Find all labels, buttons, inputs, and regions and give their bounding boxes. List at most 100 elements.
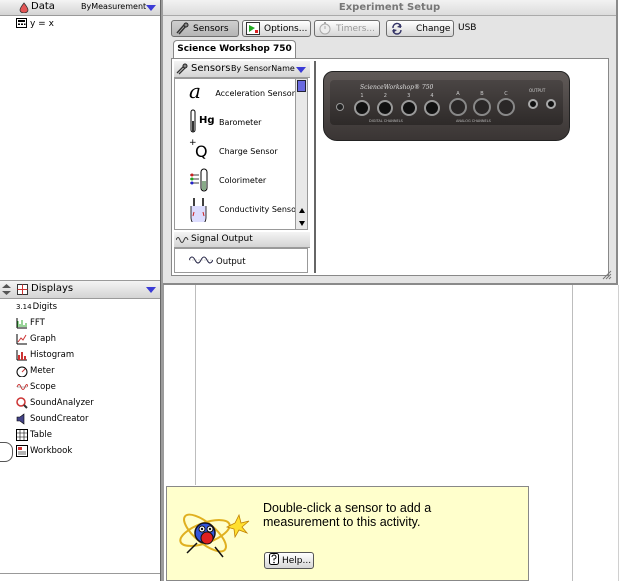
displays-panel-header: Displays (0, 280, 160, 299)
timers-button-label: Timers... (336, 23, 375, 34)
help-button[interactable]: Help... (264, 552, 314, 569)
scope-icon (16, 381, 29, 393)
digital-port-4 (423, 100, 440, 116)
window-resize-grip[interactable] (600, 268, 612, 280)
display-item-digits[interactable]: 3.14 Digits (16, 299, 57, 315)
analog-channels (449, 98, 515, 118)
tab-science-workshop-750[interactable]: Science Workshop 750 (173, 40, 296, 58)
display-item-workbook[interactable]: Workbook (16, 443, 72, 459)
graph-icon (16, 333, 28, 345)
digital-channel-number: 3 (407, 93, 411, 99)
output-item[interactable]: Output (188, 254, 246, 269)
display-item-soundcreator[interactable]: SoundCreator (16, 411, 88, 427)
change-button[interactable]: Change (386, 20, 454, 37)
digital-channels (354, 100, 440, 118)
data-list-item[interactable]: y = x (16, 17, 54, 30)
window-titlebar: Experiment Setup (163, 0, 616, 16)
workbook-selection-marker (0, 442, 13, 462)
data-panel-title: Data (31, 1, 55, 12)
display-item-meter[interactable]: Meter (16, 363, 55, 379)
options-button-label: Options... (264, 23, 308, 34)
output-label: Output (216, 256, 246, 267)
display-item-label: Digits (32, 302, 58, 312)
sensor-probe-icon (176, 63, 188, 78)
sound-analyzer-icon (16, 397, 28, 409)
tab-content: Sensors By SensorName a Acceleration Sen… (171, 58, 609, 276)
resize-arrows-icon[interactable] (2, 284, 11, 298)
analog-port-b (473, 98, 491, 116)
sensor-item-barometer[interactable]: Hg Barometer (175, 108, 295, 136)
chevron-down-icon[interactable] (296, 67, 306, 73)
display-item-table[interactable]: Table (16, 427, 52, 443)
conductivity-sensor-icon (189, 196, 217, 226)
sensors-scrollbar[interactable] (295, 78, 308, 230)
data-panel: Data ByMeasurement y = x (0, 0, 160, 280)
scroll-thumb[interactable] (297, 80, 306, 92)
sensor-item-charge[interactable]: + Q Charge Sensor (175, 137, 295, 165)
sensors-sort-label[interactable]: By SensorName (231, 64, 295, 73)
digital-channel-number: 1 (360, 93, 364, 99)
sensor-label: Acceleration Sensor (215, 88, 295, 98)
analog-channel-letter: C (504, 91, 508, 97)
display-item-scope[interactable]: Scope (16, 379, 56, 395)
display-item-label: Workbook (30, 446, 73, 456)
digital-channel-number: 2 (383, 93, 387, 99)
science-workshop-750-device: ScienceWorkshop® 750 1 2 3 4 A B C OUTPU… (323, 71, 570, 141)
window-title: Experiment Setup (338, 2, 441, 13)
display-item-label: Graph (30, 334, 57, 344)
sensor-item-colorimeter[interactable]: Colorimeter (175, 166, 295, 194)
displays-list: 3.14 Digits FFT Graph Histogram Meter Sc… (16, 299, 156, 479)
device-image-panel: ScienceWorkshop® 750 1 2 3 4 A B C OUTPU… (314, 61, 608, 273)
scroll-up-icon[interactable] (298, 207, 306, 215)
wave-icon (175, 235, 190, 247)
colorimeter-icon (189, 167, 217, 193)
acceleration-sensor-icon: a (189, 80, 213, 106)
display-item-label: SoundCreator (30, 414, 89, 424)
timers-button[interactable]: Timers... (314, 20, 380, 37)
data-panel-header: Data ByMeasurement (0, 0, 160, 16)
output-label-plate: OUTPUT (529, 88, 546, 93)
display-item-histogram[interactable]: Histogram (16, 347, 74, 363)
sensors-list-title: Sensors (191, 63, 231, 74)
sensor-item-conductivity[interactable]: Conductivity Sensor (175, 195, 295, 226)
display-item-graph[interactable]: Graph (16, 331, 56, 347)
sound-creator-icon (16, 413, 28, 425)
sensor-label: Charge Sensor (219, 146, 278, 156)
sensor-probe-icon (175, 22, 189, 35)
charge-symbol: Q (195, 142, 208, 161)
experiment-setup-window: Experiment Setup Sensors Options... Time… (163, 0, 618, 285)
options-flag-icon (246, 22, 260, 35)
refresh-arrows-icon (390, 22, 404, 35)
assistant-panel: Double-click a sensor to add a measureme… (166, 486, 529, 581)
digital-channel-number: 4 (430, 93, 434, 99)
analog-port-a (449, 98, 467, 116)
sensors-button[interactable]: Sensors (171, 20, 239, 37)
signal-output-list: Output (174, 248, 308, 273)
sensor-item-acceleration[interactable]: a Acceleration Sensor (175, 79, 295, 107)
scroll-down-icon[interactable] (298, 219, 306, 227)
output-jack-2 (546, 99, 556, 109)
barometer-icon: Hg (189, 109, 217, 135)
data-drop-icon (19, 2, 29, 16)
sensors-list-panel: Sensors By SensorName a Acceleration Sen… (174, 61, 310, 273)
workbook-icon (16, 445, 28, 457)
display-item-fft[interactable]: FFT (16, 315, 45, 331)
display-item-soundanalyzer[interactable]: SoundAnalyzer (16, 395, 94, 411)
sensor-label: Barometer (219, 117, 262, 127)
assistant-message: Double-click a sensor to add a measureme… (263, 501, 432, 529)
analog-port-c (497, 98, 515, 116)
analog-channel-letter: A (456, 91, 460, 97)
device-brand: ScienceWorkshop® 750 (360, 84, 434, 91)
chevron-down-icon[interactable] (146, 287, 156, 293)
displays-panel-title: Displays (31, 283, 74, 294)
analog-label-plate: ANALOG CHANNELS (456, 119, 491, 123)
display-item-label: Table (30, 430, 52, 440)
options-button[interactable]: Options... (242, 20, 311, 37)
sensors-list: a Acceleration Sensor Hg Barometer + Q C… (174, 78, 296, 230)
chevron-down-icon[interactable] (146, 5, 156, 11)
sensor-label: Colorimeter (219, 175, 267, 185)
connection-type: USB (458, 23, 477, 33)
charge-sensor-icon: + Q (189, 138, 217, 164)
device-power-led (336, 103, 344, 111)
data-sort-label[interactable]: ByMeasurement (81, 2, 146, 11)
